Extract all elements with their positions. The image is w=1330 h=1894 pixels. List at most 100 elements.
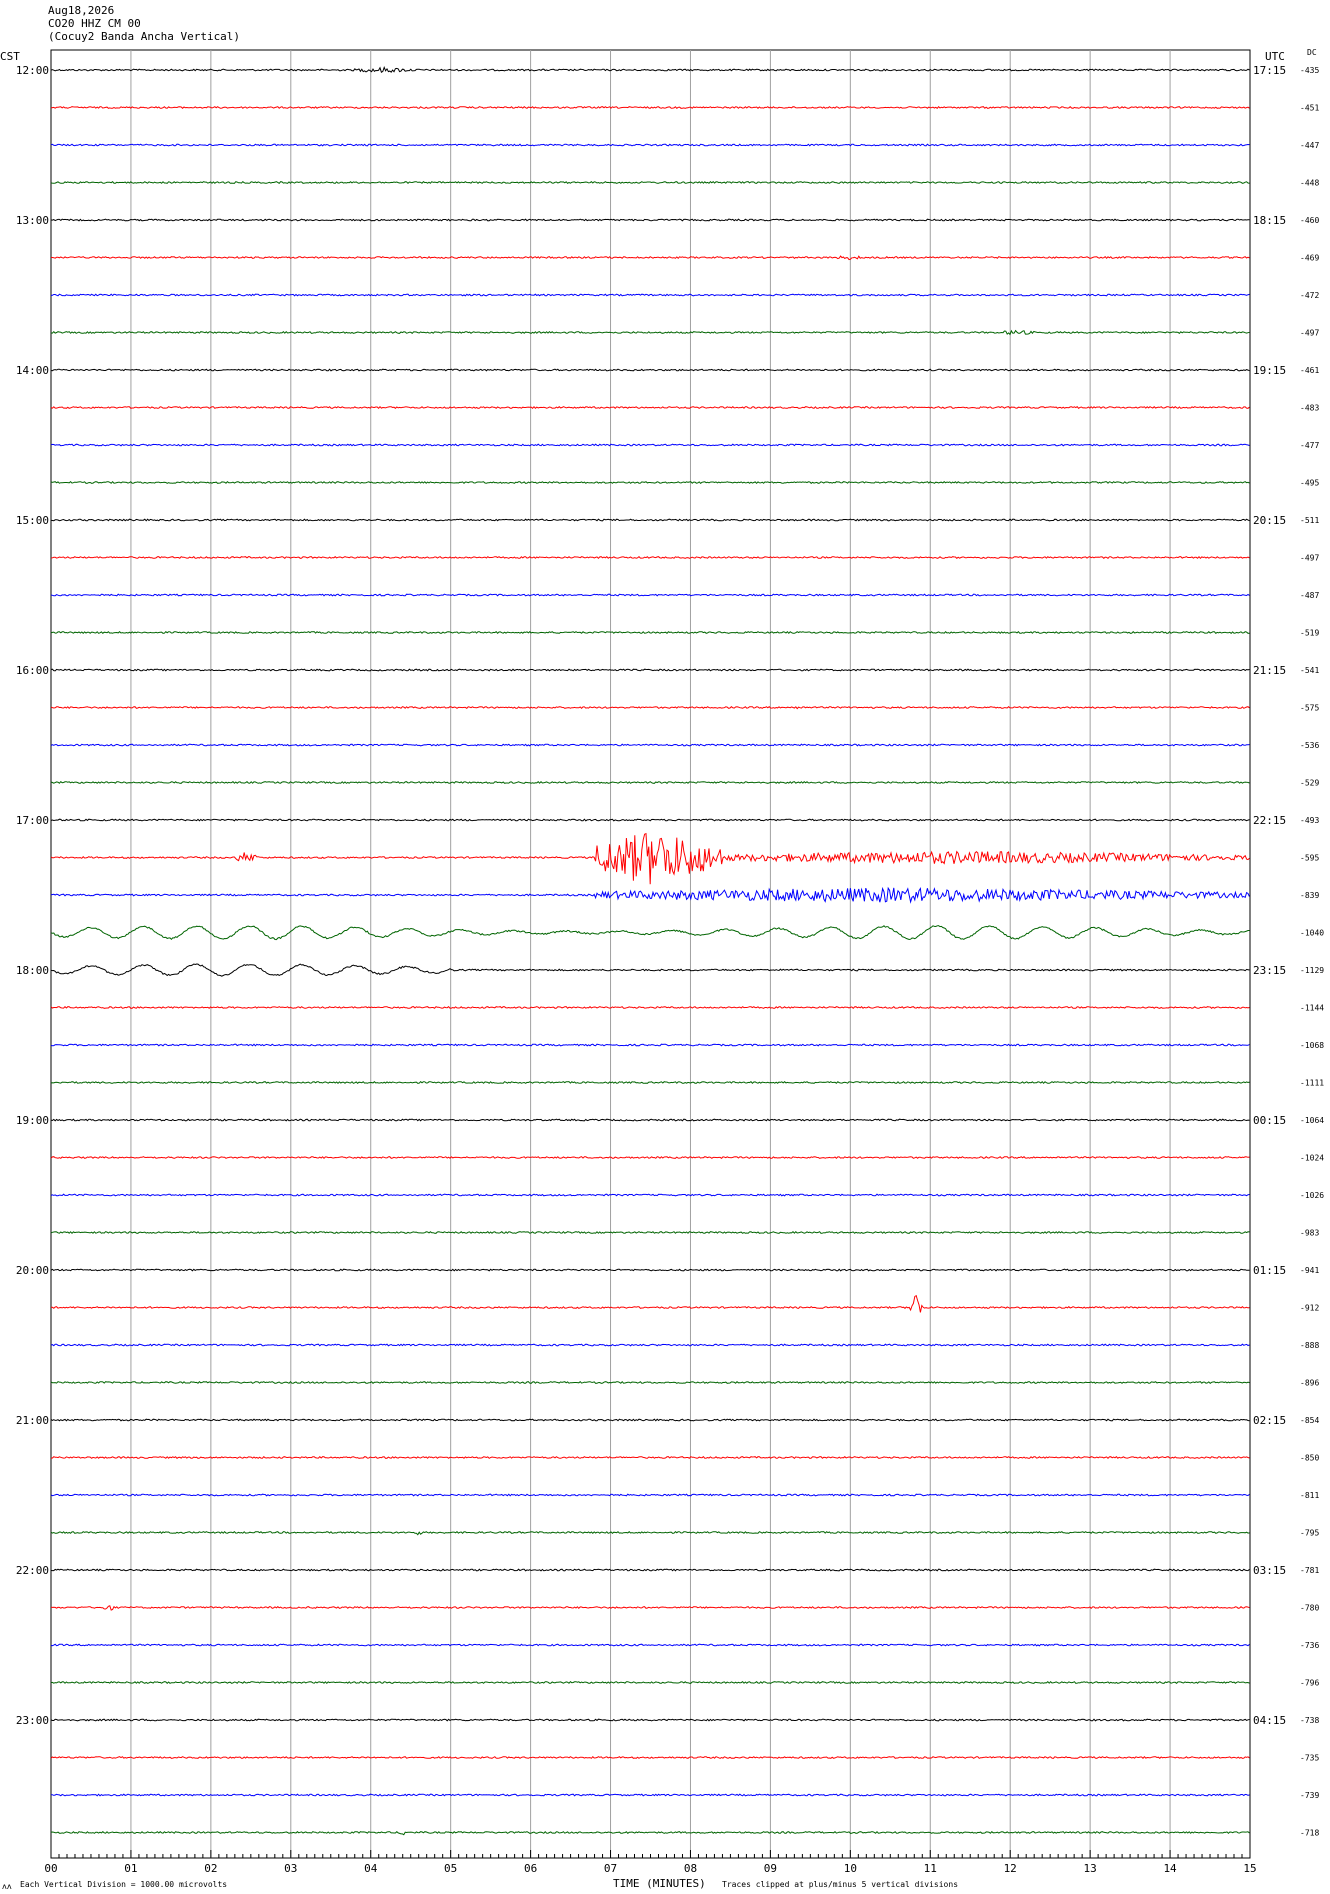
x-tick-label: 01 (124, 1862, 137, 1875)
x-tick-label: 13 (1084, 1862, 1097, 1875)
clip-note: Traces clipped at plus/minus 5 vertical … (722, 1880, 959, 1889)
x-tick-label: 00 (44, 1862, 57, 1875)
seismic-trace (50, 1493, 1250, 1497)
x-tick-label: 15 (1243, 1862, 1256, 1875)
dc-offset-label: -811 (1300, 1491, 1319, 1500)
utc-hour-label: 01:15 (1253, 1264, 1286, 1277)
seismic-trace (50, 1680, 1250, 1685)
dc-offset-label: -497 (1300, 554, 1319, 563)
dc-offset-label: -495 (1300, 479, 1319, 488)
x-tick-label: 10 (844, 1862, 857, 1875)
x-axis-title: TIME (MINUTES) (613, 1877, 706, 1890)
seismic-trace (50, 1080, 1250, 1085)
dc-offset-label: -780 (1300, 1604, 1319, 1613)
cst-hour-label: 12:00 (16, 64, 49, 77)
seismic-trace (50, 1718, 1250, 1722)
helicorder-plot: -435 -451 -447 -448 -460 -469 -472 -497 -461 -483… (16, 49, 1324, 1875)
axis-layer: 00 01 02 03 04 05 06 07 08 09 10 11 12 13 14 15 (44, 1850, 1257, 1875)
seismic-trace (50, 593, 1250, 597)
utc-hour-label: 21:15 (1253, 664, 1286, 677)
dc-offset-label: -451 (1300, 104, 1319, 113)
cst-hour-label: 23:00 (16, 1714, 49, 1727)
cst-hour-label: 15:00 (16, 514, 49, 527)
x-tick-label: 03 (284, 1862, 297, 1875)
seismic-trace (50, 1793, 1250, 1797)
dc-offset-label: -435 (1300, 66, 1319, 75)
dc-offset-label: -497 (1300, 329, 1319, 338)
x-tick-label: 02 (204, 1862, 217, 1875)
cst-hour-label: 18:00 (16, 964, 49, 977)
seismic-trace (50, 181, 1250, 184)
seismic-trace (50, 555, 1250, 560)
seismic-trace (50, 832, 1250, 885)
utc-hour-label: 20:15 (1253, 514, 1286, 527)
dc-offset-label: -483 (1300, 404, 1319, 413)
dc-offset-label: -739 (1300, 1791, 1319, 1800)
seismic-trace (50, 630, 1250, 635)
cst-hour-label: 17:00 (16, 814, 49, 827)
cst-hour-label: 22:00 (16, 1564, 49, 1577)
seismic-trace (50, 1343, 1250, 1347)
seismic-trace (50, 1156, 1250, 1160)
cst-hour-label: 14:00 (16, 364, 49, 377)
dc-offset-label: -461 (1300, 366, 1319, 375)
utc-hour-label: 22:15 (1253, 814, 1286, 827)
seismic-trace (50, 368, 1250, 372)
seismic-trace (50, 143, 1250, 147)
cst-hour-label: 13:00 (16, 214, 49, 227)
dc-offset-label: -718 (1300, 1829, 1319, 1838)
seismic-trace (50, 1230, 1250, 1235)
dc-offset-label: -1144 (1300, 1004, 1324, 1013)
utc-hour-label: 17:15 (1253, 64, 1286, 77)
seismic-trace (50, 218, 1250, 222)
label-layer: -435 -451 -447 -448 -460 -469 -472 -497 -461 -483… (16, 64, 1324, 1838)
dc-offset-label: -912 (1300, 1304, 1319, 1313)
dc-offset-label: -1111 (1300, 1079, 1324, 1088)
dc-offset-label: -487 (1300, 591, 1319, 600)
utc-hour-label: 23:15 (1253, 964, 1286, 977)
seismic-trace (50, 1418, 1250, 1422)
seismic-trace (50, 518, 1250, 522)
dc-offset-label: -575 (1300, 704, 1319, 713)
seismic-trace (50, 1043, 1250, 1047)
dc-offset-label: -1024 (1300, 1154, 1324, 1163)
utc-hour-label: 03:15 (1253, 1564, 1286, 1577)
plot-frame (50, 49, 1251, 1859)
seismic-trace (50, 1530, 1250, 1536)
scale-note: Each Vertical Division = 1000.00 microvo… (20, 1880, 228, 1889)
seismic-trace (50, 329, 1250, 336)
seismic-trace (50, 743, 1250, 747)
cst-hour-label: 19:00 (16, 1114, 49, 1127)
seismic-trace (50, 1605, 1250, 1611)
x-tick-label: 12 (1004, 1862, 1017, 1875)
utc-hour-label: 02:15 (1253, 1414, 1286, 1427)
seismic-trace (50, 1643, 1250, 1647)
x-tick-label: 06 (524, 1862, 537, 1875)
utc-hour-label: 00:15 (1253, 1114, 1286, 1127)
seismic-trace (51, 1294, 1250, 1313)
x-tick-label: 14 (1163, 1862, 1177, 1875)
seismic-trace (50, 480, 1250, 485)
dc-offset-label: -983 (1300, 1229, 1319, 1238)
dc-offset-label: -472 (1300, 291, 1319, 300)
utc-hour-label: 19:15 (1253, 364, 1286, 377)
seismic-trace (50, 1006, 1250, 1010)
dc-offset-label: -735 (1300, 1754, 1319, 1763)
utc-hour-label: 18:15 (1253, 214, 1286, 227)
dc-offset-label: -1040 (1300, 929, 1324, 938)
x-tick-label: 04 (364, 1862, 378, 1875)
cst-hour-label: 21:00 (16, 1414, 49, 1427)
dc-offset-label: -738 (1300, 1716, 1319, 1725)
dc-offset-label: -796 (1300, 1679, 1319, 1688)
seismic-trace (50, 443, 1250, 447)
x-tick-label: 09 (764, 1862, 777, 1875)
seismic-trace (50, 293, 1250, 297)
dc-offset-label: -1129 (1300, 966, 1324, 975)
seismic-trace (50, 963, 1250, 977)
seismic-trace (50, 405, 1250, 410)
seismic-trace (50, 255, 1250, 261)
seismic-trace (50, 780, 1250, 785)
dc-offset-label: -511 (1300, 516, 1319, 525)
cst-hour-label: 16:00 (16, 664, 49, 677)
dc-offset-label: -854 (1300, 1416, 1319, 1425)
